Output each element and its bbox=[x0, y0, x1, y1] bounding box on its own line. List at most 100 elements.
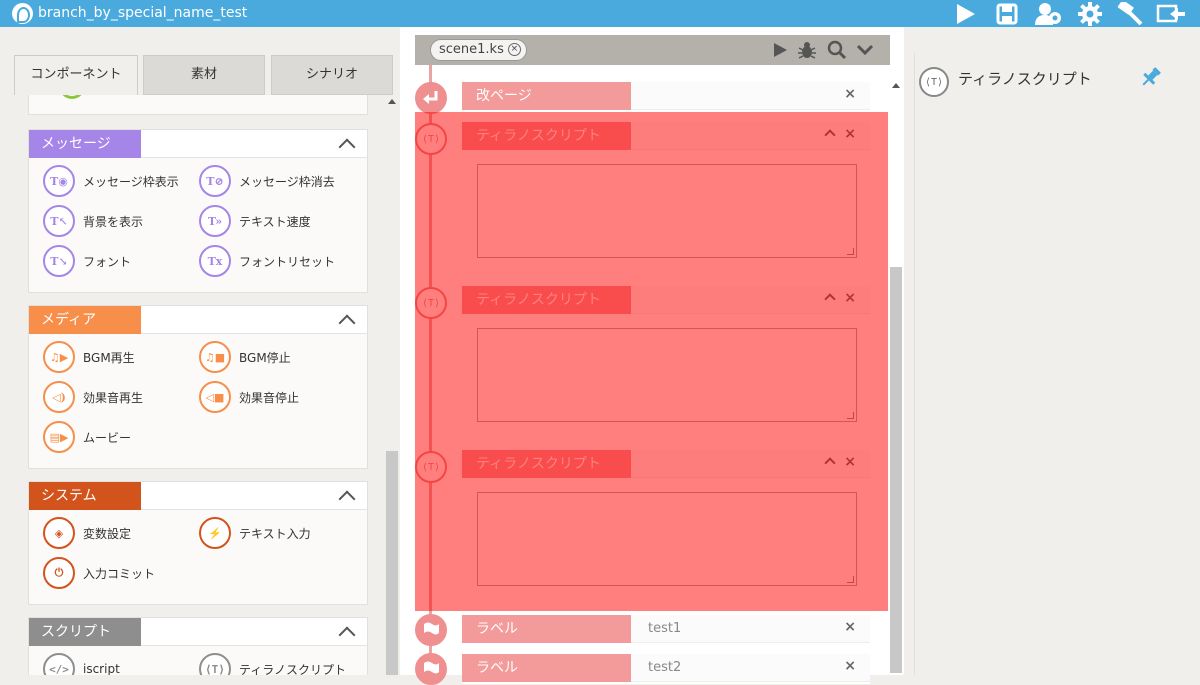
block-tyrano-script[interactable]: ティラノスクリプト × bbox=[462, 122, 870, 282]
settings-icon[interactable] bbox=[1073, 0, 1107, 27]
collapse-icon[interactable] bbox=[338, 314, 356, 332]
group-title: メディア bbox=[29, 306, 141, 334]
script-textarea[interactable] bbox=[477, 492, 857, 586]
flag-icon bbox=[415, 653, 447, 685]
group-message: メッセージ T◉ メッセージ枠表示 T⊘ メッセージ枠消去 T↖ 背景を表示 T» テキ… bbox=[28, 129, 368, 293]
item-bgm-play[interactable]: ♫▶ BGM再生 bbox=[43, 340, 135, 374]
item-bgm-stop[interactable]: ♫■ BGM停止 bbox=[199, 340, 291, 374]
play-icon[interactable] bbox=[948, 0, 982, 27]
tyrano-script-icon: ⟨T⟩ bbox=[919, 67, 949, 97]
group-header[interactable]: スクリプト bbox=[29, 618, 367, 646]
item-show-bg[interactable]: T↖ 背景を表示 bbox=[43, 204, 143, 238]
group-header[interactable]: メッセージ bbox=[29, 130, 367, 158]
delete-icon[interactable]: × bbox=[844, 290, 856, 306]
movie-icon: ▤▶ bbox=[43, 421, 75, 453]
item-iscript[interactable]: </> iscript bbox=[43, 652, 120, 675]
tab-materials[interactable]: 素材 bbox=[143, 55, 265, 95]
block-tyrano-script[interactable]: ティラノスクリプト × bbox=[462, 450, 870, 610]
scroll-thumb[interactable] bbox=[890, 267, 902, 673]
group-partial bbox=[28, 95, 368, 115]
group-title: システム bbox=[29, 482, 141, 510]
item-text-input[interactable]: ⚡ テキスト入力 bbox=[199, 516, 311, 550]
item-message-hide[interactable]: T⊘ メッセージ枠消去 bbox=[199, 164, 335, 198]
label-value[interactable]: test2 bbox=[648, 654, 681, 682]
save-icon[interactable] bbox=[990, 0, 1024, 27]
flag-icon bbox=[415, 614, 447, 646]
message-hide-icon: T⊘ bbox=[199, 165, 231, 197]
block-header: ティラノスクリプト × bbox=[462, 122, 870, 150]
item-se-play[interactable]: ◁) 効果音再生 bbox=[43, 380, 143, 414]
scroll-up-icon[interactable] bbox=[892, 83, 900, 88]
script-textarea[interactable] bbox=[477, 328, 857, 422]
collapse-icon[interactable] bbox=[338, 138, 356, 156]
item-variable[interactable]: ◈ 変数設定 bbox=[43, 516, 131, 550]
label-value[interactable]: test1 bbox=[648, 615, 681, 643]
group-title: スクリプト bbox=[29, 618, 141, 646]
block-label[interactable]: ラベル test2 × bbox=[462, 654, 870, 684]
timeline-line bbox=[429, 65, 432, 675]
text-input-icon: ⚡ bbox=[199, 517, 231, 549]
exit-icon[interactable] bbox=[1154, 0, 1188, 27]
item-font-reset[interactable]: Tx フォントリセット bbox=[199, 244, 335, 278]
font-icon: T↘ bbox=[43, 245, 75, 277]
block-tyrano-script[interactable]: ティラノスクリプト × bbox=[462, 286, 870, 446]
delete-icon[interactable]: × bbox=[844, 454, 856, 470]
run-icon[interactable] bbox=[769, 39, 791, 61]
collapse-icon[interactable] bbox=[338, 626, 356, 644]
item-message-show[interactable]: T◉ メッセージ枠表示 bbox=[43, 164, 179, 198]
search-icon[interactable] bbox=[826, 39, 848, 61]
delete-icon[interactable]: × bbox=[844, 658, 856, 674]
block-label[interactable]: ラベル test1 × bbox=[462, 615, 870, 645]
block-page-break[interactable]: 改ページ × bbox=[462, 82, 870, 112]
se-play-icon: ◁) bbox=[43, 381, 75, 413]
collapse-icon[interactable] bbox=[338, 490, 356, 508]
group-header[interactable]: メディア bbox=[29, 306, 367, 334]
block-header: ラベル test2 × bbox=[462, 654, 870, 682]
tyrano-script-icon: ⟨T⟩ bbox=[415, 287, 447, 319]
block-header: ティラノスクリプト × bbox=[462, 286, 870, 314]
users-icon[interactable] bbox=[1031, 0, 1065, 27]
editor-scrollbar[interactable] bbox=[888, 75, 904, 675]
group-media: メディア ♫▶ BGM再生 ♫■ BGM停止 ◁) 効果音再生 ◁■ 効果音停止 ▤▶ ム… bbox=[28, 305, 368, 469]
build-icon[interactable] bbox=[1113, 0, 1147, 27]
item-font[interactable]: T↘ フォント bbox=[43, 244, 131, 278]
item-text-speed[interactable]: T» テキスト速度 bbox=[199, 204, 311, 238]
delete-icon[interactable]: × bbox=[844, 86, 856, 102]
font-reset-icon: Tx bbox=[199, 245, 231, 277]
left-tabs: コンポーネント 素材 シナリオ bbox=[14, 55, 400, 95]
script-textarea[interactable] bbox=[477, 164, 857, 258]
scroll-thumb[interactable] bbox=[386, 451, 398, 675]
collapse-icon[interactable] bbox=[824, 457, 836, 469]
left-scrollbar[interactable] bbox=[384, 95, 400, 675]
tab-components[interactable]: コンポーネント bbox=[14, 55, 138, 95]
pin-icon[interactable] bbox=[1139, 65, 1163, 89]
tab-scenario[interactable]: シナリオ bbox=[271, 55, 393, 95]
block-header: 改ページ × bbox=[462, 82, 870, 110]
input-commit-icon: ⏻ bbox=[43, 557, 75, 589]
component-panel: コンポーネント 素材 シナリオ メッセージ T◉ メッセージ枠表示 T⊘ メッセージ… bbox=[14, 55, 400, 675]
property-panel: ⟨T⟩ ティラノスクリプト bbox=[905, 27, 1200, 675]
partial-icon bbox=[59, 95, 85, 99]
close-tab-icon[interactable]: × bbox=[507, 43, 521, 56]
item-movie[interactable]: ▤▶ ムービー bbox=[43, 420, 131, 454]
text-speed-icon: T» bbox=[199, 205, 231, 237]
component-list[interactable]: メッセージ T◉ メッセージ枠表示 T⊘ メッセージ枠消去 T↖ 背景を表示 T» テキ… bbox=[14, 95, 400, 675]
property-pane bbox=[914, 53, 1200, 675]
item-tyrano-script[interactable]: ⟨T⟩ ティラノスクリプト bbox=[199, 652, 346, 675]
collapse-icon[interactable] bbox=[824, 293, 836, 305]
debug-icon[interactable] bbox=[796, 39, 818, 61]
item-se-stop[interactable]: ◁■ 効果音停止 bbox=[199, 380, 299, 414]
code-icon: </> bbox=[43, 653, 75, 675]
tyrano-script-icon: ⟨T⟩ bbox=[199, 653, 231, 675]
page-break-icon bbox=[415, 82, 447, 114]
file-tab[interactable]: scene1.ks × bbox=[430, 39, 527, 61]
collapse-icon[interactable] bbox=[824, 129, 836, 141]
delete-icon[interactable]: × bbox=[844, 619, 856, 635]
chevron-down-icon[interactable] bbox=[854, 39, 876, 61]
delete-icon[interactable]: × bbox=[844, 126, 856, 142]
show-bg-icon: T↖ bbox=[43, 205, 75, 237]
scroll-up-icon[interactable] bbox=[388, 99, 396, 104]
group-header[interactable]: システム bbox=[29, 482, 367, 510]
se-stop-icon: ◁■ bbox=[199, 381, 231, 413]
item-input-commit[interactable]: ⏻ 入力コミット bbox=[43, 556, 155, 590]
